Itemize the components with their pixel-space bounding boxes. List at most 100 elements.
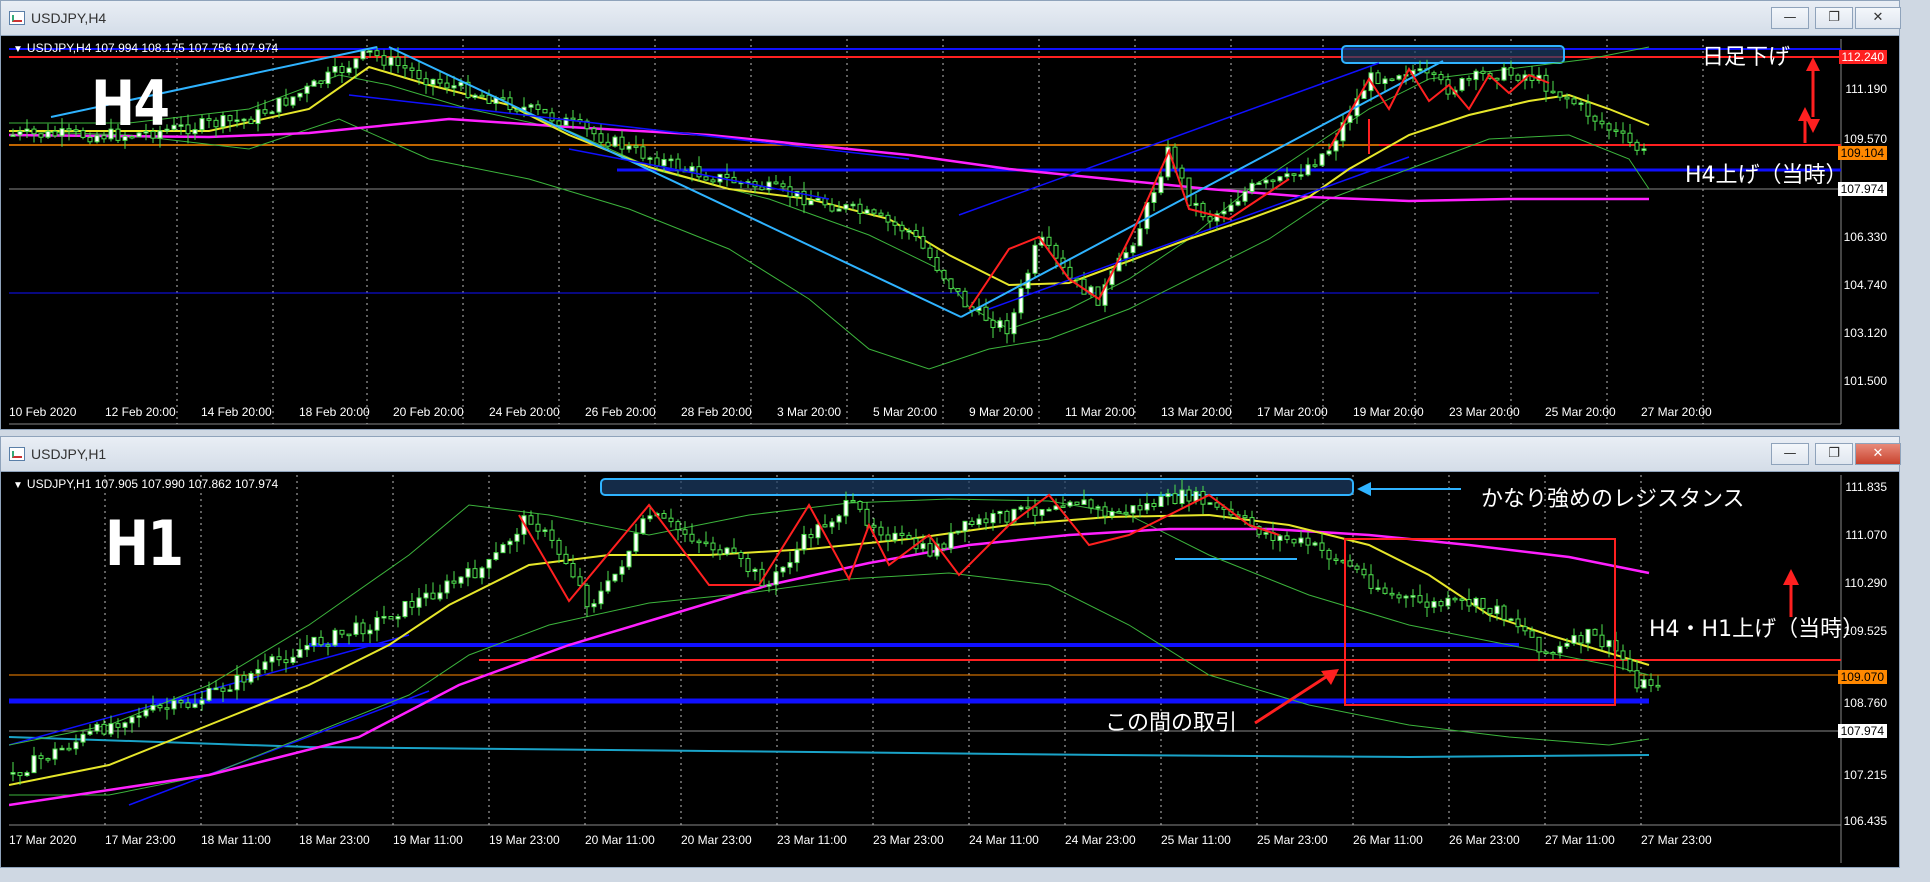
candle-body (59, 747, 65, 751)
candle-body (1445, 597, 1451, 607)
chart-window-h1[interactable]: USDJPY,H1 — ❐ ✕ ▼ USDJPY,H1 107.905 107.9… (0, 436, 1901, 868)
candle-body (500, 97, 506, 100)
candle-body (1333, 140, 1339, 152)
time-axis-label: 17 Mar 2020 (9, 833, 77, 847)
candle-body (969, 520, 975, 526)
candle-body (556, 539, 562, 555)
price-chart-area[interactable]: ▼ USDJPY,H1 107.905 107.990 107.862 107.9… (9, 475, 1899, 867)
minimize-button[interactable]: — (1771, 443, 1809, 465)
candle-body (759, 186, 765, 191)
chart-window-h4[interactable]: USDJPY,H4 — ❐ ✕ ▼ USDJPY,H4 107.994 108.1… (0, 0, 1901, 430)
candle-body (1179, 167, 1185, 179)
resistance-zone-box (1341, 45, 1565, 64)
candle-body (1193, 491, 1199, 502)
close-button[interactable]: ✕ (1855, 443, 1901, 465)
candle-body (1179, 489, 1185, 505)
price-chart-area[interactable]: ▼ USDJPY,H4 107.994 108.175 107.756 107.9… (9, 39, 1899, 429)
candle-body (843, 204, 849, 210)
minimize-button[interactable]: — (1771, 7, 1809, 29)
collapse-triangle-icon[interactable]: ▼ (13, 44, 23, 55)
candle-body (1347, 560, 1353, 567)
candle-body (941, 269, 947, 280)
candle-body (1431, 72, 1437, 76)
candle-body (1578, 635, 1584, 644)
candle-body (780, 183, 786, 188)
candle-body (1004, 510, 1010, 523)
candle-body (1242, 515, 1248, 519)
price-axis-label: 106.435 (1843, 814, 1887, 828)
candle-body (1599, 634, 1605, 648)
candle-body (1564, 642, 1570, 647)
collapse-triangle-icon[interactable]: ▼ (13, 480, 23, 491)
candle-body (458, 81, 464, 87)
candle-body (1235, 200, 1241, 206)
candle-body (1634, 670, 1640, 689)
window-titlebar[interactable]: USDJPY,H4 — ❐ ✕ (1, 1, 1901, 36)
candle-body (241, 118, 247, 122)
annotation-strong-resistance: かなり強めのレジスタンス (1481, 487, 1745, 512)
time-axis-label: 24 Mar 11:00 (969, 833, 1039, 847)
candle-body (437, 592, 443, 600)
candle-body (199, 699, 205, 705)
candle-body (696, 166, 702, 178)
candle-body (1326, 150, 1332, 155)
candle-body (360, 622, 366, 635)
candle-body (941, 543, 947, 549)
candle-body (738, 551, 744, 560)
maximize-button[interactable]: ❐ (1815, 443, 1853, 465)
window-titlebar[interactable]: USDJPY,H1 — ❐ ✕ (1, 437, 1901, 472)
candle-body (549, 112, 555, 122)
candle-body (955, 288, 961, 292)
candle-body (647, 515, 653, 520)
candle-body (220, 115, 226, 128)
candle-body (290, 96, 296, 106)
candle-body (815, 524, 821, 539)
candle-body (430, 78, 436, 86)
candle-body (1515, 618, 1521, 628)
candle-body (640, 518, 646, 534)
candle-body (1123, 511, 1129, 515)
candle-body (1221, 210, 1227, 215)
candle-body (1242, 191, 1248, 202)
symbol-ohlc: USDJPY,H4 107.994 108.175 107.756 107.97… (26, 41, 279, 55)
candle-body (269, 111, 275, 115)
candle-body (843, 499, 849, 517)
candle-body (906, 230, 912, 233)
time-axis-label: 23 Mar 20:00 (1449, 405, 1520, 419)
candle-body (633, 145, 639, 148)
candle-body (227, 689, 233, 692)
candle-body (444, 580, 450, 594)
candle-body (787, 562, 793, 568)
candle-body (332, 66, 338, 73)
candle-body (311, 80, 317, 87)
candle-body (101, 723, 107, 735)
annotation-daily-down: 日足下げ (1702, 45, 1791, 70)
time-axis-label: 9 Mar 20:00 (969, 405, 1034, 419)
close-button[interactable]: ✕ (1855, 7, 1901, 29)
maximize-button[interactable]: ❐ (1815, 7, 1853, 29)
candle-body (206, 118, 212, 121)
candle-body (1613, 129, 1619, 132)
candle-body (1480, 70, 1486, 74)
candle-body (367, 629, 373, 635)
candle-body (17, 772, 23, 777)
candle-body (430, 592, 436, 600)
candle-body (1249, 182, 1255, 193)
time-axis-label: 17 Mar 20:00 (1257, 405, 1328, 419)
candle-body (864, 209, 870, 214)
candle-body (206, 687, 212, 701)
candle-body (10, 772, 16, 775)
candle-body (1025, 506, 1031, 510)
candle-body (717, 549, 723, 555)
candle-body (332, 629, 338, 646)
candle-body (836, 208, 842, 212)
symbol-ohlc: USDJPY,H1 107.905 107.990 107.862 107.97… (26, 477, 279, 491)
candle-body (129, 716, 135, 724)
candle-body (997, 320, 1003, 329)
candle-body (1361, 568, 1367, 576)
candle-body (150, 704, 156, 711)
candle-body (731, 547, 737, 553)
candle-body (927, 543, 933, 557)
candle-body (1046, 508, 1052, 512)
candle-body (164, 707, 170, 710)
